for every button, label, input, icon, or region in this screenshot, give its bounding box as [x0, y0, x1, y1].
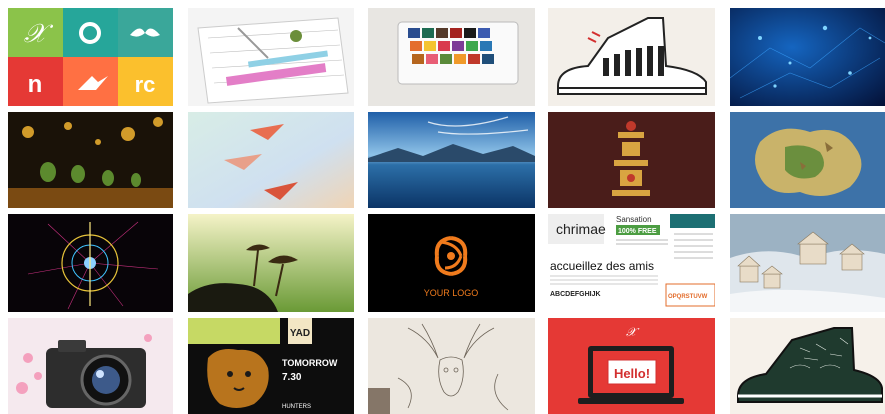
specimen-font-name: Sansation: [616, 215, 652, 224]
radial-burst-icon: [8, 214, 173, 312]
lion-poster-icon: YAD TOMORROW 7.30 HUNTERS: [188, 318, 354, 414]
thumbnail-snowy-village[interactable]: [730, 214, 885, 312]
thumbnail-chalk-sneaker[interactable]: [730, 318, 885, 414]
thumbnail-typography[interactable]: chrimae Sansation 100% FREE accueillez d…: [548, 214, 715, 312]
steampunk-tower-icon: [548, 112, 715, 208]
fantasy-map-icon: [730, 112, 885, 208]
svg-text:rc: rc: [135, 72, 156, 97]
your-logo-icon: YOUR LOGO: [368, 214, 535, 312]
hello-laptop-icon: 𝒳 Hello!: [548, 318, 715, 414]
thumbnail-pencil-sketch[interactable]: [368, 318, 535, 414]
blue-tech-lights-icon: [730, 8, 885, 106]
thumbnail-blueprint-desk[interactable]: [188, 8, 354, 106]
pencil-sketch-deer-icon: [368, 318, 535, 414]
thumbnail-hello-laptop[interactable]: 𝒳 Hello!: [548, 318, 715, 414]
bokeh-figurines-icon: [8, 112, 173, 208]
thumbnail-lion-poster[interactable]: YAD TOMORROW 7.30 HUNTERS: [188, 318, 354, 414]
specimen-word: chrimae: [556, 221, 606, 237]
thumbnail-steampunk-tower[interactable]: [548, 112, 715, 208]
specimen-headline: accueillez des amis: [550, 259, 654, 273]
poster-bottom-text: HUNTERS: [282, 404, 311, 410]
chalk-sneaker-icon: [730, 318, 885, 414]
svg-text:n: n: [28, 71, 43, 98]
poster-time: 7.30: [282, 372, 302, 383]
thumbnail-fantasy-map[interactable]: [730, 112, 885, 208]
watercolor-palette-icon: [368, 8, 535, 106]
thumbnail-piano-sneaker[interactable]: [548, 8, 715, 106]
thumbnail-camera-hearts[interactable]: [8, 318, 173, 414]
typography-specimen-icon: chrimae Sansation 100% FREE accueillez d…: [548, 214, 715, 312]
poster-title: TOMORROW: [282, 358, 338, 368]
mushrooms-silhouette-icon: [188, 214, 354, 312]
thumbnail-mountain-lake[interactable]: [368, 112, 535, 208]
specimen-alphabet: ABCDEFGHIJK: [550, 291, 601, 298]
piano-sneaker-icon: [548, 8, 715, 106]
poster-side-text: YAD: [290, 328, 310, 339]
camera-hearts-icon: [8, 318, 173, 414]
thumbnail-blue-tech[interactable]: [730, 8, 885, 106]
thumbnail-radial-burst[interactable]: [8, 214, 173, 312]
image-gallery: 𝒳 n rc YOUR LOGO chrimae Sansation 100% …: [0, 0, 885, 414]
logo-caption: YOUR LOGO: [424, 288, 479, 298]
thumbnail-paper-planes[interactable]: [188, 112, 354, 208]
blueprint-desk-icon: [188, 8, 354, 106]
specimen-free-badge: 100% FREE: [618, 228, 657, 235]
thumbnail-watercolor-palette[interactable]: [368, 8, 535, 106]
mountain-lake-icon: [368, 112, 535, 208]
paper-planes-icon: [188, 112, 354, 208]
thumbnail-your-logo[interactable]: YOUR LOGO: [368, 214, 535, 312]
thumbnail-bokeh-figurines[interactable]: [8, 112, 173, 208]
specimen-alphabet-2: OPQRSTUVW: [668, 294, 708, 300]
thumbnail-colorful-logos[interactable]: 𝒳 n rc: [8, 8, 173, 106]
hello-text: Hello!: [614, 366, 650, 381]
thumbnail-mushrooms[interactable]: [188, 214, 354, 312]
snowy-village-icon: [730, 214, 885, 312]
colorful-logo-tiles-icon: 𝒳 n rc: [8, 8, 173, 106]
